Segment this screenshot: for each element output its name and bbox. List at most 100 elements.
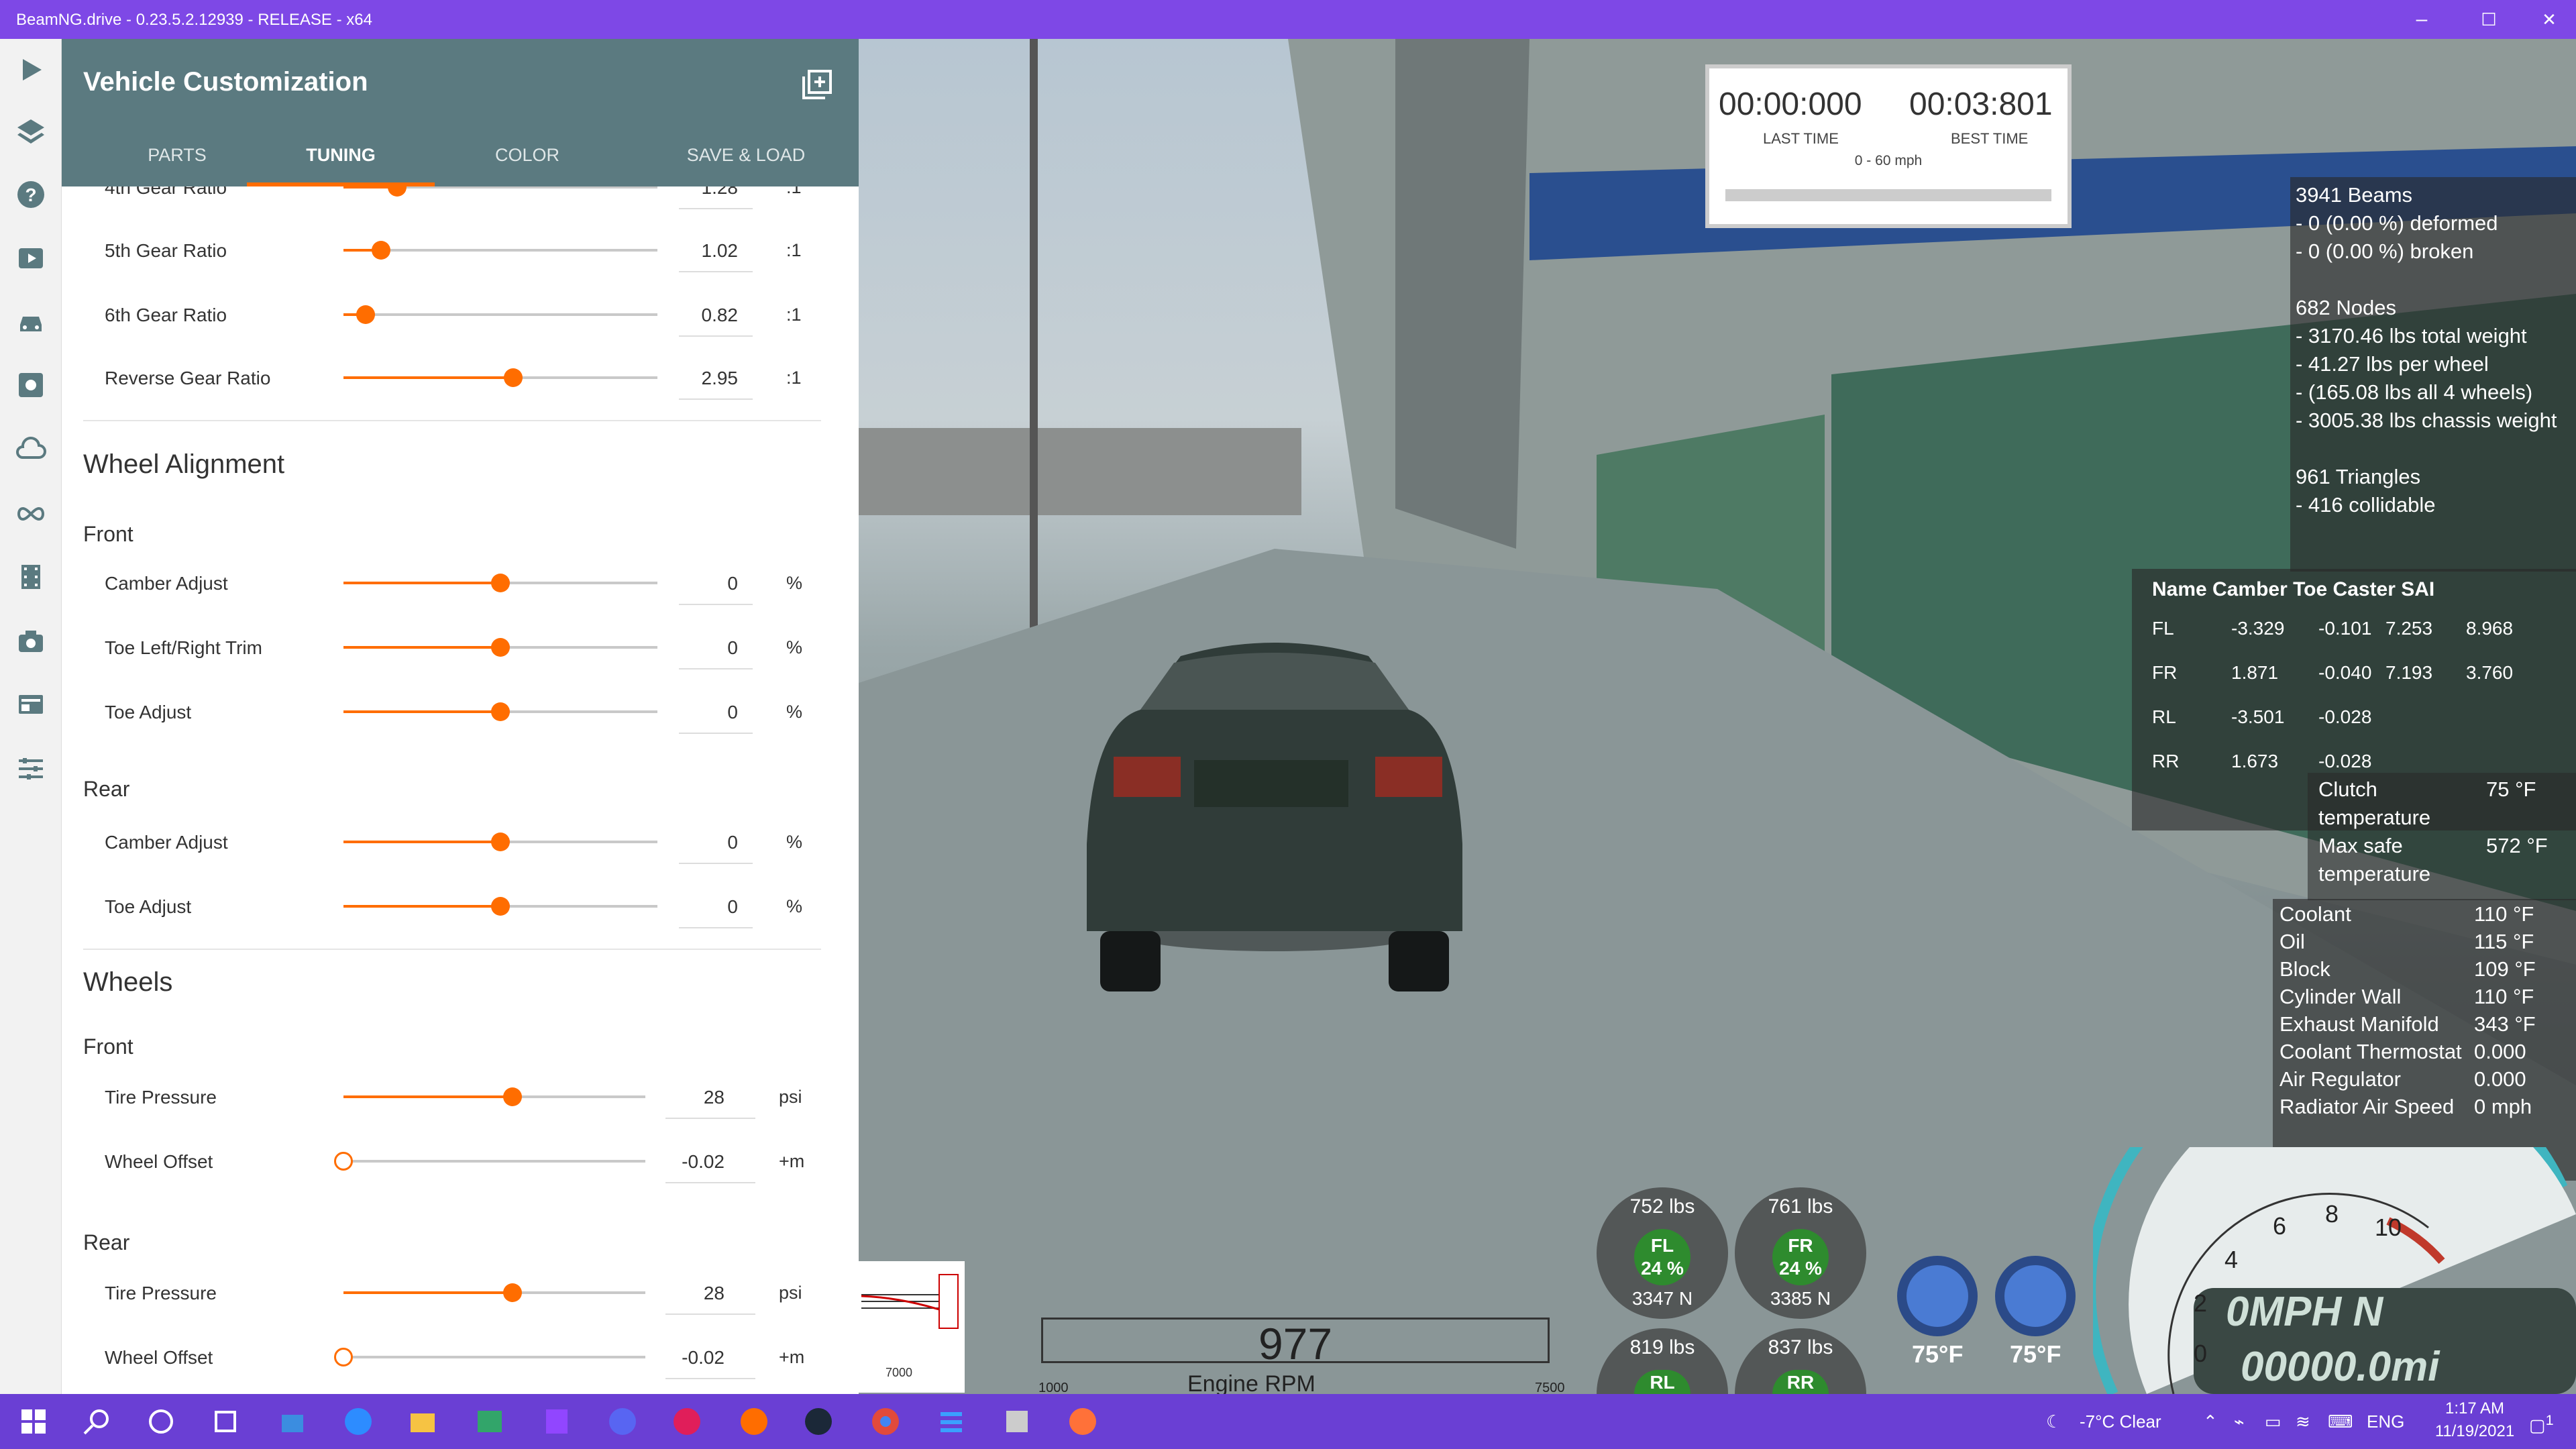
tuning-list[interactable]: 4th Gear Ratio 1.28:1 5th Gear Ratio 1.0…: [62, 186, 859, 1394]
help-icon[interactable]: ?: [15, 178, 47, 211]
slider-thumb[interactable]: [491, 833, 510, 851]
steam-icon[interactable]: [802, 1405, 835, 1438]
app3-icon[interactable]: [1001, 1405, 1033, 1438]
slider-thumb[interactable]: [503, 1283, 522, 1302]
cloud-icon[interactable]: [15, 433, 47, 466]
slider-value-input[interactable]: 0: [657, 702, 738, 723]
slider-track[interactable]: [500, 710, 657, 713]
film-icon[interactable]: [15, 561, 47, 593]
slider-track[interactable]: [365, 313, 657, 316]
slider-thumb[interactable]: [356, 305, 375, 324]
chrome-icon[interactable]: [869, 1405, 902, 1438]
slider-thumb[interactable]: [503, 1087, 522, 1106]
camera-icon[interactable]: [15, 625, 47, 657]
slider-value-input[interactable]: 1.02: [657, 240, 739, 262]
settings-icon[interactable]: [15, 369, 47, 401]
language-indicator[interactable]: ENG: [2367, 1411, 2404, 1432]
slider-track[interactable]: [513, 376, 657, 379]
weather-icon[interactable]: ☾: [2046, 1411, 2061, 1432]
weather-text[interactable]: -7°C Clear: [2080, 1411, 2161, 1432]
slider-thumb[interactable]: [334, 1152, 353, 1171]
slider-thumb[interactable]: [491, 897, 510, 916]
app4-icon[interactable]: [1067, 1405, 1099, 1438]
cortana-icon[interactable]: [145, 1405, 177, 1438]
tab-save-load[interactable]: SAVE & LOAD: [665, 145, 826, 166]
file-explorer-icon[interactable]: [407, 1405, 439, 1438]
discord-icon[interactable]: [606, 1405, 639, 1438]
clock-date[interactable]: 11/19/2021: [2431, 1422, 2518, 1441]
slider-track-filled[interactable]: [343, 1291, 513, 1294]
slider-track-filled[interactable]: [343, 646, 500, 649]
slider-thumb[interactable]: [372, 241, 391, 260]
slider-track-filled[interactable]: [343, 710, 500, 713]
slider-track[interactable]: [396, 186, 657, 189]
slider-track[interactable]: [513, 1095, 645, 1098]
search-icon[interactable]: [80, 1405, 113, 1438]
app2-icon[interactable]: [935, 1405, 967, 1438]
slider-value-input[interactable]: 0: [657, 637, 738, 659]
play-icon[interactable]: [15, 54, 47, 86]
slider-track[interactable]: [500, 582, 657, 584]
slider-value-input[interactable]: -0.02: [644, 1347, 724, 1368]
slider-value-input[interactable]: 28: [644, 1283, 724, 1304]
slider-thumb[interactable]: [334, 1348, 353, 1366]
tab-color[interactable]: COLOR: [474, 145, 581, 166]
tray-display-icon[interactable]: ▭: [2265, 1411, 2282, 1432]
layers-icon[interactable]: [15, 115, 47, 148]
tray-network-icon[interactable]: ⌁: [2234, 1411, 2245, 1432]
slider-thumb[interactable]: [387, 186, 407, 197]
slider-track-filled[interactable]: [343, 841, 500, 843]
slider-thumb[interactable]: [491, 638, 510, 657]
slider-track[interactable]: [513, 1291, 645, 1294]
twitch-icon[interactable]: [541, 1405, 573, 1438]
slider-track[interactable]: [500, 841, 657, 843]
new-window-icon[interactable]: [801, 68, 833, 101]
slider-track-filled[interactable]: [343, 376, 513, 379]
slider-value-input[interactable]: 0.82: [657, 305, 739, 326]
tray-keyboard-icon[interactable]: ⌨: [2328, 1411, 2353, 1432]
section-title-wheel-alignment: Wheel Alignment: [83, 449, 285, 479]
game-viewport[interactable]: 00:00:000 LAST TIME 00:03:801 BEST TIME …: [859, 39, 2576, 1394]
task-view-icon[interactable]: [209, 1405, 241, 1438]
slider-value-input[interactable]: 1.28: [657, 186, 739, 199]
slider-value-input[interactable]: 0: [657, 832, 738, 853]
tray-chevron-icon[interactable]: ⌃: [2203, 1411, 2218, 1432]
slider-thumb[interactable]: [503, 368, 523, 387]
slack-icon[interactable]: [671, 1405, 703, 1438]
notifications-icon[interactable]: ▢1: [2529, 1411, 2554, 1436]
slider-track[interactable]: [500, 646, 657, 649]
slider-value-input[interactable]: 2.95: [657, 368, 739, 389]
tab-tuning[interactable]: TUNING: [287, 145, 394, 166]
app-icon[interactable]: [474, 1405, 506, 1438]
clock-time[interactable]: 1:17 AM: [2431, 1399, 2518, 1418]
slider-track-filled[interactable]: [343, 1095, 513, 1098]
slider-track-filled[interactable]: [343, 905, 500, 908]
slider-track[interactable]: [500, 905, 657, 908]
tray-wifi-icon[interactable]: ≋: [2296, 1411, 2310, 1432]
slider-track-filled[interactable]: [343, 582, 500, 584]
video-icon[interactable]: [15, 241, 47, 274]
slider-value-input[interactable]: 0: [657, 573, 738, 594]
tab-parts[interactable]: PARTS: [123, 145, 231, 166]
infinity-icon[interactable]: [15, 498, 47, 530]
zoom-icon[interactable]: [342, 1405, 374, 1438]
slider-thumb[interactable]: [491, 702, 510, 721]
store-icon[interactable]: [276, 1405, 309, 1438]
slider-thumb[interactable]: [491, 574, 510, 592]
maximize-button[interactable]: ☐: [2469, 5, 2509, 34]
slider-track[interactable]: [343, 1356, 645, 1358]
slider-value-input[interactable]: 0: [657, 896, 738, 918]
dashboard-icon[interactable]: [15, 688, 47, 720]
slider-label: Tire Pressure: [105, 1283, 217, 1303]
slider-value-input[interactable]: 28: [644, 1087, 724, 1108]
close-button[interactable]: ✕: [2529, 5, 2569, 34]
minimize-button[interactable]: –: [2402, 5, 2442, 34]
slider-value-input[interactable]: -0.02: [644, 1151, 724, 1173]
slider-track[interactable]: [343, 1160, 645, 1163]
kv-value: 110 °F: [2474, 985, 2534, 1008]
windows-start-icon[interactable]: [17, 1405, 50, 1438]
sliders-icon[interactable]: [15, 753, 47, 785]
beamng-icon[interactable]: [738, 1405, 770, 1438]
car-icon[interactable]: [15, 306, 47, 338]
slider-track[interactable]: [381, 249, 657, 252]
